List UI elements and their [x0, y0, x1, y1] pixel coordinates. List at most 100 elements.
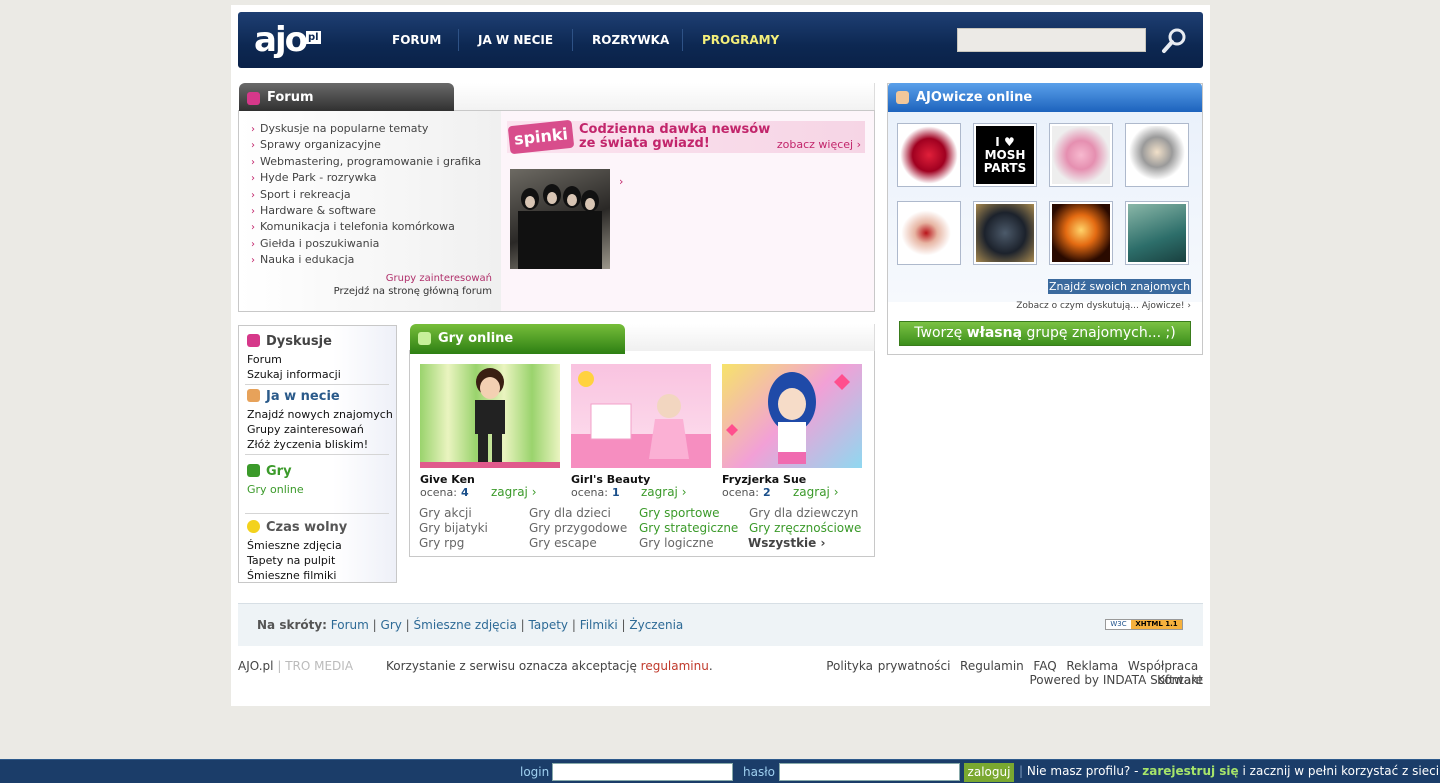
nav-forum[interactable]: FORUM [392, 32, 441, 48]
register-link[interactable]: zarejestruj się [1142, 764, 1238, 778]
shortcut-wishes[interactable]: Życzenia [629, 618, 683, 632]
game-thumbnail-give-ken[interactable] [420, 364, 560, 468]
all-games-link[interactable]: Wszystkie › [748, 536, 825, 550]
avatar-teal-abstract[interactable] [1125, 201, 1189, 265]
avatar-anime-character[interactable] [1125, 123, 1189, 187]
forum-category[interactable]: › Hyde Park - rozrywka [251, 170, 481, 186]
footer-faq-link[interactable]: FAQ [1033, 659, 1056, 673]
game-category-link[interactable]: Gry bijatyki [419, 521, 488, 535]
celebrity-news-photo[interactable] [510, 169, 610, 269]
avatar-dragon[interactable] [973, 201, 1037, 265]
news-arrow-icon[interactable]: › [619, 175, 623, 188]
login-input[interactable] [552, 763, 733, 781]
logo-text: ajo [254, 20, 308, 60]
login-label: login [520, 765, 550, 779]
arrow-icon: › [251, 173, 255, 185]
sidebar-item-wishes[interactable]: Złóż życzenia bliskim! [247, 437, 368, 452]
play-give-ken-link[interactable]: zagraj › [491, 485, 537, 499]
play-fryzjerka-sue-link[interactable]: zagraj › [793, 485, 839, 499]
forum-category-list: › Dyskusje na popularne tematy › Sprawy or… [251, 121, 481, 269]
forum-main-link[interactable]: Przejdź na stronę główną forum [334, 286, 492, 297]
login-button[interactable]: zaloguj [964, 763, 1014, 782]
game-category-link[interactable]: Gry dla dziewczyn [749, 506, 858, 520]
arrow-icon: › [251, 206, 255, 218]
nav-ja-w-necie[interactable]: JA W NECIE [478, 32, 553, 48]
left-sidebar: Dyskusje Forum Szukaj informacji Ja w ne… [238, 325, 397, 583]
search-icon[interactable] [1160, 26, 1190, 56]
footer-cooperation-link[interactable]: Współpraca [1128, 659, 1198, 673]
footer-rules-link[interactable]: Regulamin [960, 659, 1024, 673]
avatar-rose[interactable] [1049, 123, 1113, 187]
sidebar-item-find-friends[interactable]: Znajdź nowych znajomych [247, 407, 393, 422]
arrow-icon: › [251, 156, 255, 168]
sidebar-item-funny-photos[interactable]: Śmieszne zdjęcia [247, 538, 342, 553]
forum-groups-link[interactable]: Grupy zainteresowań [386, 273, 492, 284]
spinki-banner[interactable]: spinki Codzienna dawka newsów ze świata … [507, 119, 865, 155]
game-category-link[interactable]: Gry strategiczne [639, 521, 738, 535]
forum-bubble-icon [247, 92, 260, 105]
game-thumbnail-fryzjerka-sue[interactable] [722, 364, 862, 468]
forum-category[interactable]: › Sprawy organizacyjne [251, 137, 481, 153]
forum-category[interactable]: › Hardware & software [251, 203, 481, 219]
game-category-link[interactable]: Gry rpg [419, 536, 464, 550]
forum-category[interactable]: › Komunikacja i telefonia komórkowa [251, 219, 481, 235]
avatar-lips[interactable] [897, 123, 961, 187]
footer-ads-link[interactable]: Reklama [1066, 659, 1118, 673]
avatar-flaming-skull[interactable] [1049, 201, 1113, 265]
gamepad-icon [418, 332, 431, 345]
game-category-link[interactable]: Gry dla dzieci [529, 506, 611, 520]
game-category-link[interactable]: Gry przygodowe [529, 521, 627, 535]
forum-title: Forum [267, 90, 314, 105]
search-input[interactable] [957, 28, 1146, 52]
forum-tab: Forum [239, 83, 454, 113]
find-friends-button[interactable]: Znajdź swoich znajomych [1048, 279, 1191, 294]
login-bar: login hasło zaloguj | Nie masz profilu? … [0, 759, 1440, 783]
divider [245, 513, 389, 514]
forum-category[interactable]: › Nauka i edukacja [251, 252, 481, 268]
game-thumbnail-girls-beauty[interactable] [571, 364, 711, 468]
shortcut-wallpapers[interactable]: Tapety [529, 618, 569, 632]
shortcut-funny-photos[interactable]: Śmieszne zdjęcia [414, 618, 517, 632]
game-category-link[interactable]: Gry sportowe [639, 506, 720, 520]
avatar-girl[interactable] [897, 201, 961, 265]
forum-category[interactable]: › Sport i rekreacja [251, 187, 481, 203]
game-title-girls-beauty[interactable]: Girl's Beauty [571, 473, 650, 486]
shortcut-videos[interactable]: Filmiki [580, 618, 618, 632]
see-discussions-link[interactable]: Zobacz o czym dyskutują... Ajowicze! › [1016, 301, 1191, 311]
tro-media-link[interactable]: TRO MEDIA [285, 659, 353, 673]
shortcut-games[interactable]: Gry [381, 618, 402, 632]
nav-programy[interactable]: PROGRAMY [702, 32, 779, 48]
sidebar-item-search[interactable]: Szukaj informacji [247, 367, 341, 382]
spinki-headline-1: Codzienna dawka newsów [579, 122, 771, 137]
online-title: AJOwicze online [916, 90, 1033, 105]
ajo-logo[interactable]: ajo pl [254, 18, 324, 62]
nav-divider [458, 29, 459, 51]
forum-category[interactable]: › Dyskusje na popularne tematy [251, 121, 481, 137]
ajo-link[interactable]: AJO.pl [238, 659, 273, 673]
xhtml-validator-badge[interactable]: W3C XHTML 1.1 [1105, 619, 1183, 630]
sidebar-item-forum[interactable]: Forum [247, 352, 282, 367]
sidebar-item-games-online[interactable]: Gry online [247, 482, 304, 497]
forum-category[interactable]: › Giełda i poszukiwania [251, 236, 481, 252]
avatar-mosh-parts[interactable]: I ♥ MOSH PARTS [973, 123, 1037, 187]
forum-category[interactable]: › Webmastering, programowanie i grafika [251, 154, 481, 170]
sidebar-item-funny-videos[interactable]: Śmieszne filmiki [247, 568, 336, 583]
footer-privacy-link[interactable]: Polityka prywatności [826, 659, 950, 673]
spinki-more-link[interactable]: zobacz więcej › [777, 138, 861, 151]
game-category-link[interactable]: Gry escape [529, 536, 597, 550]
game-category-link[interactable]: Gry akcji [419, 506, 472, 520]
game-category-link[interactable]: Gry logiczne [639, 536, 714, 550]
nav-rozrywka[interactable]: ROZRYWKA [592, 32, 669, 48]
sidebar-item-wallpapers[interactable]: Tapety na pulpit [247, 553, 335, 568]
game-category-link[interactable]: Gry zręcznościowe [749, 521, 861, 535]
spinki-headline-2: ze świata gwiazd! [579, 136, 710, 151]
arrow-icon: › [251, 238, 255, 250]
play-girls-beauty-link[interactable]: zagraj › [641, 485, 687, 499]
bubble-icon [247, 334, 260, 347]
terms-link[interactable]: regulaminu [641, 659, 709, 673]
create-group-button[interactable]: Tworzę własną grupę znajomych... ;) [899, 321, 1191, 346]
game-title-give-ken[interactable]: Give Ken [420, 473, 475, 486]
sidebar-item-groups[interactable]: Grupy zainteresowań [247, 422, 364, 437]
password-input[interactable] [779, 763, 960, 781]
shortcut-forum[interactable]: Forum [331, 618, 369, 632]
